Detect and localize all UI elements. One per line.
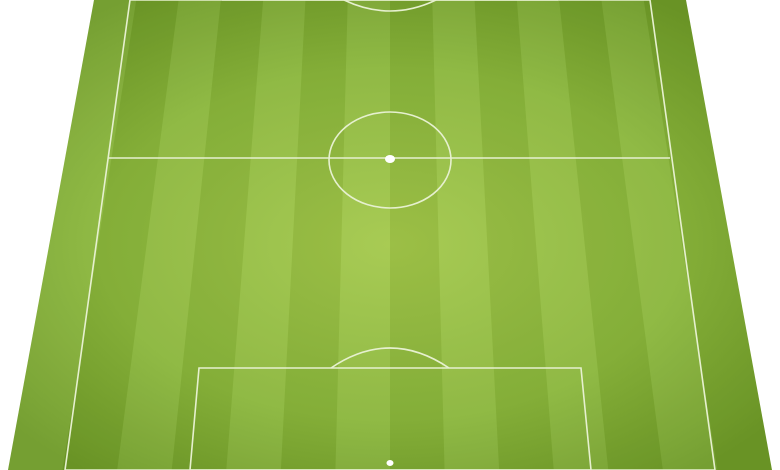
grass-stripes: [8, 0, 772, 470]
football-pitch-view: [0, 0, 780, 470]
penalty-spot: [386, 460, 394, 466]
football-pitch: [8, 0, 772, 470]
center-spot: [385, 155, 395, 163]
grass-surface: [8, 0, 772, 470]
